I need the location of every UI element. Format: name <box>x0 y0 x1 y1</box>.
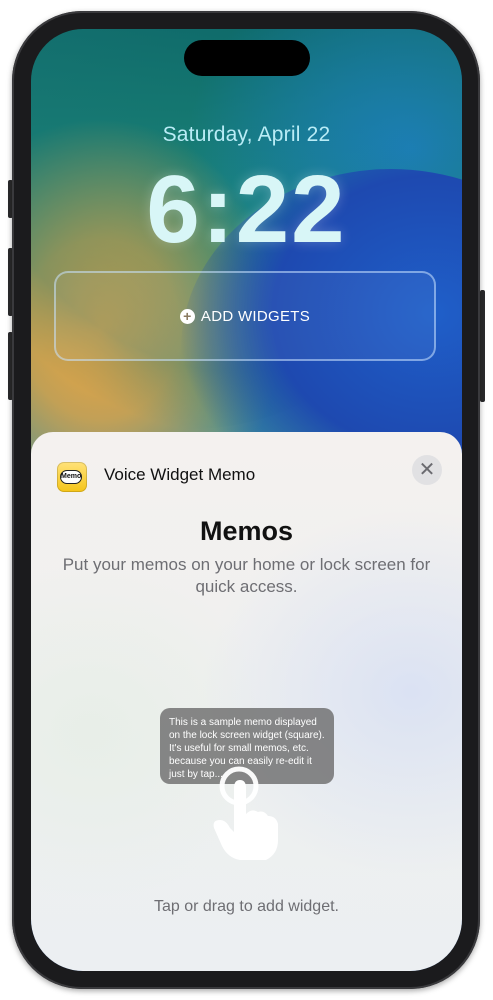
app-name: Voice Widget Memo <box>104 465 256 484</box>
memo-bubble-icon: Memo <box>60 470 82 484</box>
add-widgets-button[interactable]: + ADD WIDGETS <box>54 271 436 361</box>
dynamic-island <box>184 40 310 76</box>
add-widgets-label: ADD WIDGETS <box>200 307 311 325</box>
sheet-footer-hint: Tap or drag to add widget. <box>153 898 339 915</box>
widget-sheet: Memo Voice Widget Memo ✕ Memos Put your … <box>31 432 462 971</box>
app-icon: Memo <box>57 462 87 492</box>
lock-screen-time[interactable]: 6:22 <box>31 155 462 265</box>
sheet-title: Memos <box>199 516 294 546</box>
sheet-description: Put your memos on your home or lock scre… <box>62 555 431 596</box>
lock-screen-date[interactable]: Saturday, April 22 <box>31 123 462 147</box>
close-icon: ✕ <box>418 459 436 481</box>
plus-circle-icon: + <box>179 308 195 324</box>
phone-screen: Saturday, April 22 6:22 + ADD WIDGETS Me… <box>31 29 462 971</box>
close-button[interactable]: ✕ <box>412 455 442 485</box>
power-button <box>480 290 485 402</box>
device-mockup: Saturday, April 22 6:22 + ADD WIDGETS Me… <box>0 0 493 1000</box>
tap-hand-icon <box>213 766 278 860</box>
